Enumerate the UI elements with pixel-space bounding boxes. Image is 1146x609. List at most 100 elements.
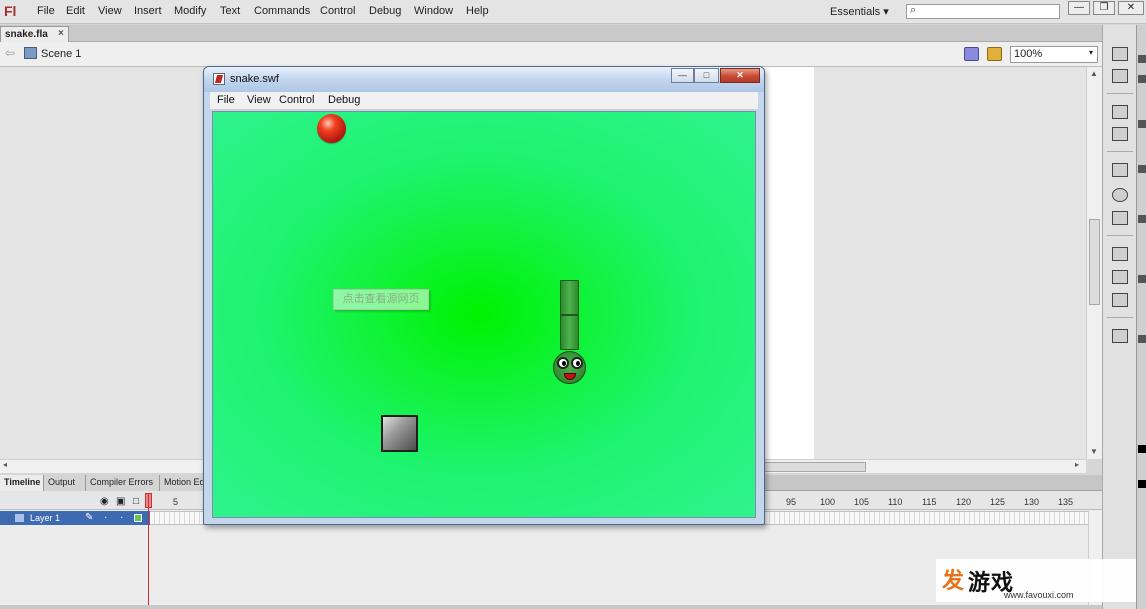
document-tab[interactable]: snake.fla × [0, 26, 69, 42]
document-tab-label: snake.fla [5, 29, 48, 40]
visibility-dot-icon[interactable]: · [104, 512, 107, 523]
frame-number: 110 [888, 497, 903, 507]
swf-menu-control[interactable]: Control [279, 94, 314, 106]
watermark: 发 游戏 www.favouxi.com [936, 559, 1136, 602]
edit-bar: ⇦ Scene 1 100% ▾ [0, 42, 1102, 67]
scroll-right-icon[interactable]: ▸ [1075, 460, 1079, 469]
panel-dock [1102, 25, 1136, 609]
back-arrow-icon[interactable]: ⇦ [5, 46, 15, 60]
layer-icon [15, 514, 24, 522]
close-tab-icon[interactable]: × [58, 28, 64, 39]
tooltip: 点击查看源网页 [333, 289, 429, 310]
workspace-label: Essentials [830, 6, 881, 18]
timeline-footer [0, 605, 1102, 609]
chevron-down-icon: ▾ [883, 6, 889, 18]
tab-timeline[interactable]: Timeline [0, 475, 44, 491]
info-icon[interactable] [1112, 188, 1128, 202]
snake-body-segment [560, 280, 579, 315]
stage-vertical-scrollbar[interactable]: ▲ ▼ [1086, 67, 1102, 459]
swf-menubar: File View Control Debug [210, 92, 758, 110]
stage[interactable] [760, 67, 814, 459]
menu-text[interactable]: Text [220, 5, 240, 17]
history-icon[interactable] [1112, 329, 1128, 343]
game-stage[interactable]: 点击查看源网页 [212, 111, 756, 518]
snake-mouth [564, 373, 576, 380]
menu-control[interactable]: Control [320, 5, 355, 17]
lock-icon[interactable]: ▣ [116, 496, 125, 507]
components-icon[interactable] [1112, 270, 1128, 284]
align-icon[interactable] [1112, 105, 1128, 119]
frame-number: 5 [173, 497, 179, 507]
bucket-tool-icon[interactable] [1138, 335, 1146, 343]
layer-name[interactable]: Layer 1 [30, 513, 60, 523]
scroll-thumb[interactable] [760, 462, 866, 472]
scene-label[interactable]: Scene 1 [41, 48, 81, 60]
panel-divider [1107, 151, 1133, 152]
menu-file[interactable]: File [37, 5, 55, 17]
swf-menu-view[interactable]: View [247, 94, 271, 106]
motion-presets-icon[interactable] [1112, 293, 1128, 307]
tab-output[interactable]: Output [44, 475, 86, 491]
ide-restore-button[interactable]: ❐ [1093, 1, 1115, 15]
fill-color-icon[interactable] [1138, 480, 1146, 488]
actions-icon[interactable] [1112, 247, 1128, 261]
eye-icon[interactable]: ◉ [100, 496, 109, 507]
lock-dot-icon[interactable]: · [120, 512, 123, 523]
color-panel-icon[interactable] [1112, 47, 1128, 61]
swf-close-button[interactable]: ✕ [720, 68, 760, 83]
swf-minimize-button[interactable]: — [671, 68, 694, 83]
scroll-thumb[interactable] [1089, 219, 1100, 305]
scroll-down-icon[interactable]: ▼ [1090, 447, 1098, 456]
flash-player-icon [213, 73, 225, 85]
tab-motion-editor[interactable]: Motion Ed [160, 475, 205, 491]
panel-divider [1107, 93, 1133, 94]
menu-modify[interactable]: Modify [174, 5, 206, 17]
search-icon: ⌕ [910, 4, 917, 16]
swf-menu-file[interactable]: File [217, 94, 235, 106]
selection-tool-icon[interactable] [1138, 55, 1146, 63]
layer-row-layer-1[interactable]: Layer 1 ✎ · · [0, 511, 150, 525]
snake-body-segment [560, 315, 579, 350]
menu-commands[interactable]: Commands [254, 5, 310, 17]
outline-icon[interactable]: □ [133, 496, 139, 507]
menu-debug[interactable]: Debug [369, 5, 401, 17]
subselection-tool-icon[interactable] [1138, 75, 1146, 83]
tab-compiler-errors[interactable]: Compiler Errors [86, 475, 160, 491]
swf-window-title: snake.swf [230, 73, 279, 85]
swf-menu-debug[interactable]: Debug [328, 94, 360, 106]
watermark-url: www.favouxi.com [1004, 590, 1074, 600]
edit-symbols-icon[interactable] [987, 47, 1002, 61]
swatches-icon[interactable] [1112, 69, 1128, 83]
pen-tool-icon[interactable] [1138, 165, 1146, 173]
frame-number: 135 [1058, 497, 1074, 507]
ide-minimize-button[interactable]: — [1068, 1, 1090, 15]
scene-icon [24, 47, 37, 59]
swf-titlebar[interactable]: snake.swf — □ ✕ [204, 67, 764, 92]
help-search-input[interactable]: ⌕ [906, 4, 1060, 19]
menu-help[interactable]: Help [466, 5, 489, 17]
edit-scene-icon[interactable] [964, 47, 979, 61]
ide-close-button[interactable]: ✕ [1118, 1, 1144, 15]
scroll-left-icon[interactable]: ◂ [3, 460, 7, 469]
properties-icon[interactable] [1112, 211, 1128, 225]
menu-insert[interactable]: Insert [134, 5, 162, 17]
library-icon[interactable] [1112, 163, 1128, 177]
frame-number: 120 [956, 497, 972, 507]
outline-color-icon[interactable] [134, 514, 142, 522]
playhead-line [148, 494, 149, 605]
brush-tool-icon[interactable] [1138, 275, 1146, 283]
workspace-switcher[interactable]: Essentials ▾ [830, 5, 889, 18]
transform-icon[interactable] [1112, 127, 1128, 141]
menu-view[interactable]: View [98, 5, 122, 17]
stroke-color-icon[interactable] [1138, 445, 1146, 453]
menu-window[interactable]: Window [414, 5, 453, 17]
zoom-select[interactable]: 100% ▾ [1010, 46, 1098, 63]
text-tool-icon[interactable] [1138, 215, 1146, 223]
swf-player-window[interactable]: snake.swf — □ ✕ File View Control Debug … [203, 66, 765, 525]
swf-maximize-button[interactable]: □ [694, 68, 719, 83]
tools-panel [1136, 25, 1146, 609]
obstacle-block [381, 415, 418, 452]
lasso-tool-icon[interactable] [1138, 120, 1146, 128]
scroll-up-icon[interactable]: ▲ [1090, 69, 1098, 78]
menu-edit[interactable]: Edit [66, 5, 85, 17]
